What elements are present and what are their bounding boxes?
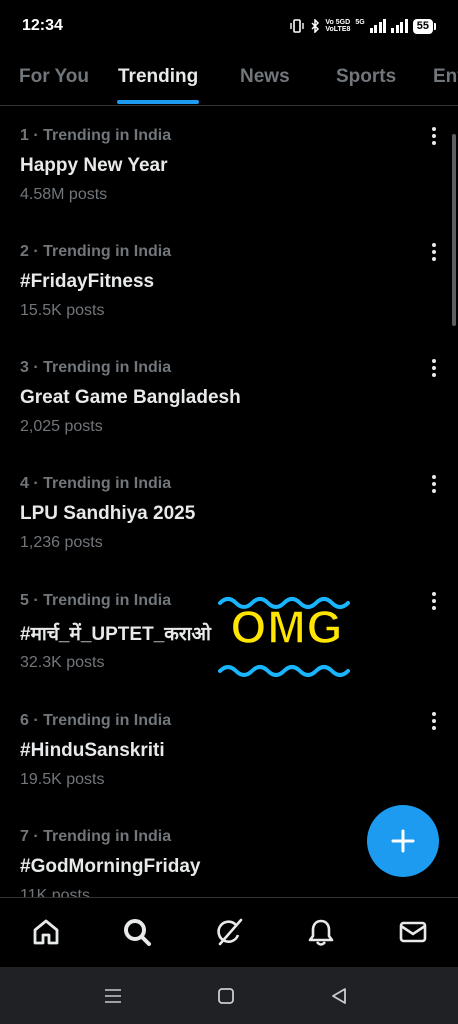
trend-name: #FridayFitness: [20, 271, 155, 292]
bottom-nav: [0, 897, 458, 967]
trend-item[interactable]: 2 · Trending in India #FridayFitness 15.…: [0, 223, 458, 339]
tab-trending[interactable]: Trending: [118, 52, 198, 105]
trend-posts: 32.3K posts: [20, 654, 105, 671]
trend-meta: 4 · Trending in India: [20, 475, 172, 492]
trend-name: LPU Sandhiya 2025: [20, 503, 196, 524]
tab-for-you[interactable]: For You: [19, 52, 89, 105]
status-time: 12:34: [22, 17, 63, 34]
more-options-icon[interactable]: [424, 357, 444, 379]
omg-text: OMG: [230, 600, 344, 654]
signal-icon-2: [391, 19, 408, 33]
more-options-icon[interactable]: [424, 590, 444, 612]
menu-icon[interactable]: [102, 985, 124, 1007]
back-icon[interactable]: [328, 985, 350, 1007]
home-icon[interactable]: [30, 916, 62, 948]
search-icon[interactable]: [121, 916, 153, 948]
trend-meta: 3 · Trending in India: [20, 359, 172, 376]
scrollbar[interactable]: [452, 134, 456, 326]
status-bar: 12:34 Vo 5GD VoLTE8 5G 55: [0, 0, 458, 52]
trend-item[interactable]: 3 · Trending in India Great Game Banglad…: [0, 339, 458, 455]
vibrate-icon: [289, 19, 305, 33]
bell-icon[interactable]: [305, 916, 337, 948]
tab-sports[interactable]: Sports: [336, 52, 396, 105]
trend-meta: 5 · Trending in India: [20, 592, 172, 609]
trend-name: Happy New Year: [20, 155, 168, 176]
plus-icon: [391, 829, 415, 853]
network-label: Vo 5GD VoLTE8: [325, 19, 350, 33]
tab-entertainment[interactable]: Ent: [433, 52, 458, 105]
tab-news[interactable]: News: [240, 52, 290, 105]
trend-posts: 1,236 posts: [20, 534, 103, 551]
status-icons: Vo 5GD VoLTE8 5G 55: [289, 18, 437, 34]
signal-icon: [369, 19, 387, 33]
more-options-icon[interactable]: [424, 241, 444, 263]
trend-meta: 2 · Trending in India: [20, 243, 172, 260]
omg-sticker: OMG: [218, 592, 356, 680]
trend-item[interactable]: 6 · Trending in India #HinduSanskriti 19…: [0, 692, 458, 808]
trend-name: #मार्च_में_UPTET_कराओ: [20, 624, 211, 645]
trend-posts: 2,025 posts: [20, 418, 103, 435]
top-tabs: For You Trending News Sports Ent: [0, 52, 458, 106]
home-square-icon[interactable]: [215, 985, 237, 1007]
trend-name: #HinduSanskriti: [20, 740, 165, 761]
trend-item[interactable]: 1 · Trending in India Happy New Year 4.5…: [0, 107, 458, 223]
trend-posts: 19.5K posts: [20, 771, 105, 788]
network-5g-label: 5G: [355, 19, 364, 33]
trend-meta: 1 · Trending in India: [20, 127, 172, 144]
system-nav-bar: [0, 967, 458, 1024]
bluetooth-icon: [310, 19, 320, 33]
net-label-top: Vo 5GD: [325, 19, 351, 26]
active-tab-indicator: [117, 100, 199, 104]
trend-meta: 6 · Trending in India: [20, 712, 172, 729]
compose-button[interactable]: [367, 805, 439, 877]
net-label-bottom: VoLTE8: [325, 26, 351, 33]
mail-icon[interactable]: [397, 916, 429, 948]
grok-icon[interactable]: [213, 916, 245, 948]
trend-name: Great Game Bangladesh: [20, 387, 241, 408]
trend-meta: 7 · Trending in India: [20, 828, 172, 845]
more-options-icon[interactable]: [424, 473, 444, 495]
more-options-icon[interactable]: [424, 710, 444, 732]
trend-posts: 4.58M posts: [20, 186, 108, 203]
trend-list: 1 · Trending in India Happy New Year 4.5…: [0, 107, 458, 897]
net-5g-text: 5G: [355, 19, 365, 26]
battery-indicator: 55: [412, 18, 437, 34]
more-options-icon[interactable]: [424, 125, 444, 147]
trend-posts: 11K posts: [20, 887, 90, 897]
trend-posts: 15.5K posts: [20, 302, 105, 319]
trend-item[interactable]: 4 · Trending in India LPU Sandhiya 2025 …: [0, 455, 458, 571]
trend-name: #GodMorningFriday: [20, 856, 201, 877]
